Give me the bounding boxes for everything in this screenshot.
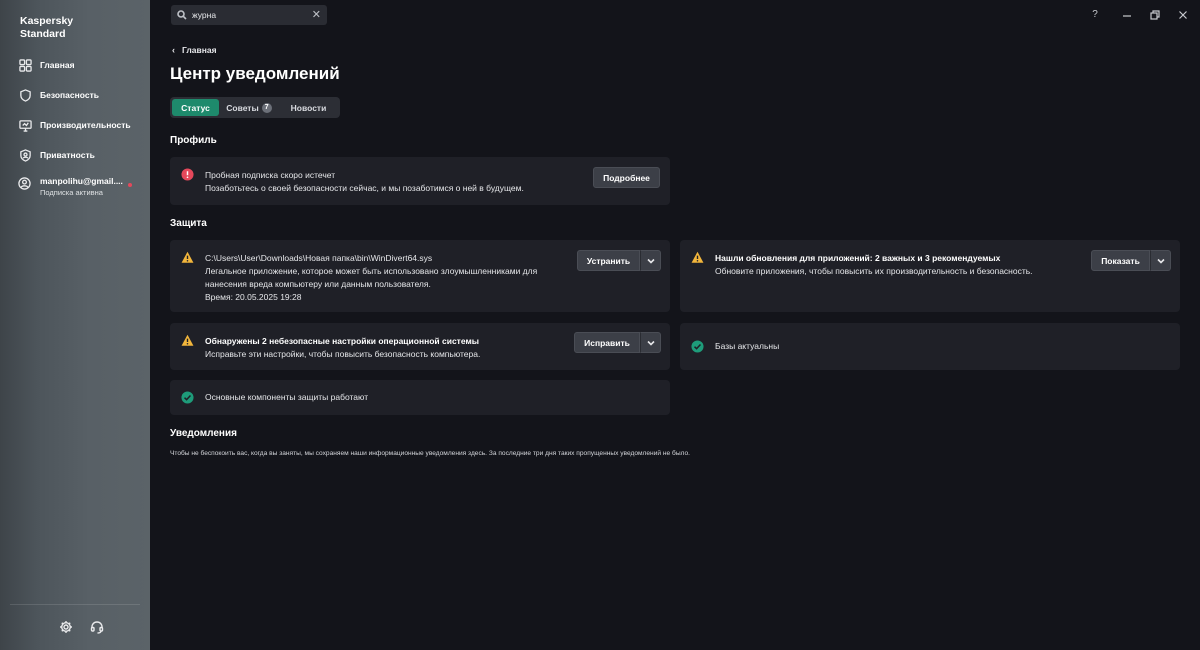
check-circle-icon bbox=[691, 340, 704, 353]
show-split-button: Показать bbox=[1091, 250, 1171, 271]
windivert-path: C:\Users\User\Downloads\Новая папка\bin\… bbox=[205, 253, 433, 263]
tips-count-badge: 7 bbox=[261, 102, 272, 113]
clear-search-icon[interactable]: ✕ bbox=[312, 10, 321, 21]
chevron-down-icon bbox=[646, 340, 655, 346]
components-status-text: Основные компоненты защиты работают bbox=[205, 392, 369, 402]
tab-news[interactable]: Новости bbox=[279, 99, 338, 116]
warning-icon bbox=[181, 251, 194, 264]
profile-card-text: Позаботьтесь о своей безопасности сейчас… bbox=[205, 183, 524, 193]
sidebar-item-security[interactable]: Безопасность bbox=[18, 85, 99, 105]
app-updates-text: Обновите приложения, чтобы повысить их п… bbox=[715, 266, 1033, 276]
databases-status-text: Базы актуальны bbox=[715, 341, 780, 351]
app-updates-card: Нашли обновления для приложений: 2 важны… bbox=[680, 240, 1180, 312]
breadcrumb-label: Главная bbox=[182, 45, 217, 55]
shield-icon bbox=[18, 88, 32, 102]
sidebar-item-label: Безопасность bbox=[40, 90, 99, 100]
repair-button[interactable]: Исправить bbox=[574, 332, 640, 353]
fix-dropdown[interactable] bbox=[640, 250, 661, 271]
search-box[interactable]: ✕ bbox=[171, 5, 327, 25]
sidebar-item-home[interactable]: Главная bbox=[18, 55, 75, 75]
fix-split-button: Устранить bbox=[577, 250, 661, 271]
databases-card: Базы актуальны bbox=[680, 323, 1180, 370]
app-updates-title: Нашли обновления для приложений: 2 важны… bbox=[715, 253, 1001, 263]
windivert-time: Время: 20.05.2025 19:28 bbox=[205, 292, 302, 302]
windivert-desc-line1: Легальное приложение, которое может быть… bbox=[205, 266, 538, 276]
minimize-icon[interactable] bbox=[1120, 8, 1134, 22]
sidebar-item-label: Производительность bbox=[40, 120, 131, 130]
subscription-status: Подписка активна bbox=[40, 188, 103, 197]
profile-card: Пробная подписка скоро истечет Позаботьт… bbox=[170, 157, 670, 205]
os-settings-title: Обнаружены 2 небезопасные настройки опер… bbox=[205, 336, 479, 346]
account-item[interactable]: manpolihu@gmail.... Подписка активна bbox=[18, 176, 123, 197]
sidebar-item-privacy[interactable]: Приватность bbox=[18, 145, 95, 165]
search-icon bbox=[177, 10, 187, 20]
repair-split-button: Исправить bbox=[574, 332, 661, 353]
search-input[interactable] bbox=[192, 10, 312, 20]
warning-icon bbox=[691, 251, 704, 264]
alert-dot bbox=[128, 183, 132, 187]
sidebar-item-label: Приватность bbox=[40, 150, 95, 160]
user-icon bbox=[18, 177, 32, 191]
repair-dropdown[interactable] bbox=[640, 332, 661, 353]
profile-card-title: Пробная подписка скоро истечет bbox=[205, 170, 336, 180]
details-button[interactable]: Подробнее bbox=[593, 167, 660, 188]
chevron-down-icon bbox=[646, 258, 655, 264]
fix-button[interactable]: Устранить bbox=[577, 250, 640, 271]
os-settings-card: Обнаружены 2 небезопасные настройки опер… bbox=[170, 323, 670, 370]
help-icon[interactable]: ? bbox=[1088, 8, 1102, 22]
restore-icon[interactable] bbox=[1148, 8, 1162, 22]
section-notifications-heading: Уведомления bbox=[170, 428, 237, 439]
tab-label: Статус bbox=[181, 102, 210, 113]
show-dropdown[interactable] bbox=[1150, 250, 1171, 271]
grid-icon bbox=[18, 58, 32, 72]
section-protection-heading: Защита bbox=[170, 218, 207, 229]
support-headset-icon[interactable] bbox=[90, 620, 104, 634]
tab-status[interactable]: Статус bbox=[172, 99, 219, 116]
section-profile-heading: Профиль bbox=[170, 135, 217, 146]
os-settings-text: Исправьте эти настройки, чтобы повысить … bbox=[205, 349, 481, 359]
tab-bar: Статус Советы 7 Новости bbox=[170, 97, 340, 118]
account-email: manpolihu@gmail.... bbox=[40, 176, 123, 186]
notifications-empty-text: Чтобы не беспокоить вас, когда вы заняты… bbox=[170, 450, 690, 457]
sidebar-item-label: Главная bbox=[40, 60, 75, 70]
show-button[interactable]: Показать bbox=[1091, 250, 1150, 271]
page-title: Центр уведомлений bbox=[170, 64, 340, 83]
breadcrumb-back[interactable]: ‹ Главная bbox=[172, 45, 217, 55]
close-icon[interactable] bbox=[1176, 8, 1190, 22]
chevron-down-icon bbox=[1156, 258, 1165, 264]
chevron-left-icon: ‹ bbox=[172, 45, 175, 55]
app-brand: Kaspersky Standard bbox=[20, 15, 74, 40]
warning-icon bbox=[181, 334, 194, 347]
windivert-desc-line2: нанесения вреда компьютеру или данным по… bbox=[205, 279, 431, 289]
check-circle-icon bbox=[181, 391, 194, 404]
tab-label: Новости bbox=[290, 102, 327, 113]
error-icon bbox=[181, 168, 194, 181]
monitor-icon bbox=[18, 118, 32, 132]
sidebar-item-performance[interactable]: Производительность bbox=[18, 115, 131, 135]
settings-gear-icon[interactable] bbox=[59, 620, 73, 634]
tab-tips[interactable]: Советы 7 bbox=[219, 99, 279, 116]
privacy-shield-icon bbox=[18, 148, 32, 162]
windivert-card: C:\Users\User\Downloads\Новая папка\bin\… bbox=[170, 240, 670, 312]
sidebar-divider bbox=[10, 604, 140, 605]
components-card: Основные компоненты защиты работают bbox=[170, 380, 670, 415]
tab-label: Советы bbox=[226, 102, 259, 113]
